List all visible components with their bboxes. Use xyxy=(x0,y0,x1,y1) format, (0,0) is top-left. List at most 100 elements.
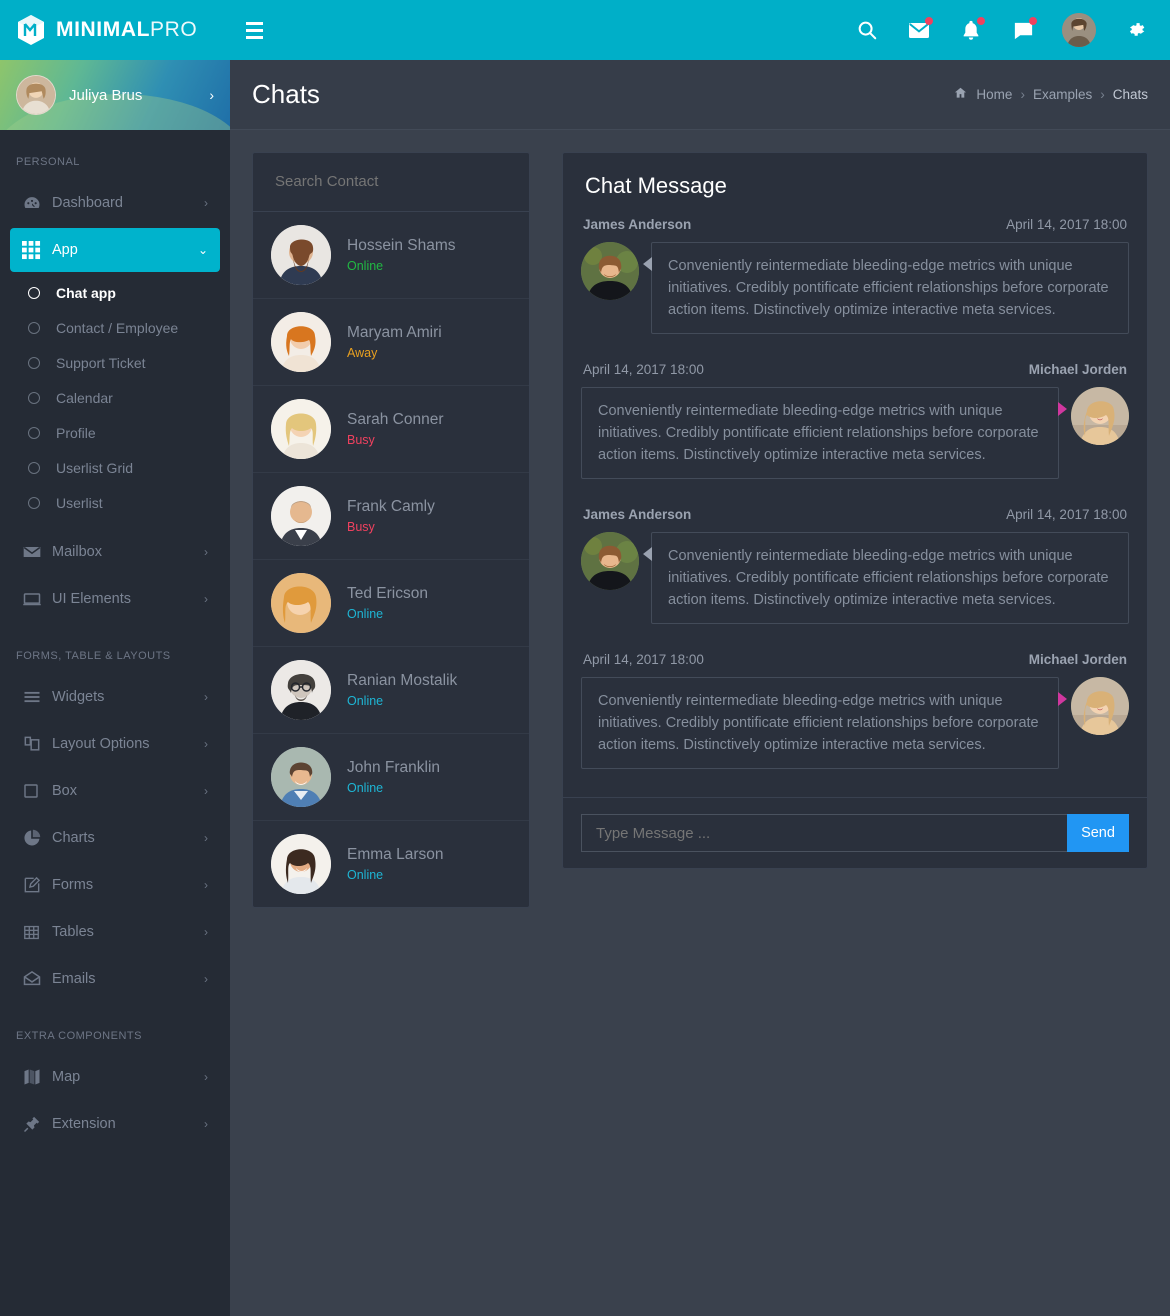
list-item[interactable]: John Franklin Online xyxy=(253,734,529,821)
message-timestamp: April 14, 2017 18:00 xyxy=(1006,217,1127,232)
mail-icon[interactable] xyxy=(906,17,933,43)
sidebar-item-forms[interactable]: Forms › xyxy=(10,863,220,907)
sidebar-item-widgets[interactable]: Widgets › xyxy=(10,675,220,719)
sidebar-item-label: Box xyxy=(52,783,77,799)
message-bubble: Conveniently reintermediate bleeding-edg… xyxy=(581,387,1067,480)
chevron-right-icon: › xyxy=(204,196,208,210)
chevron-right-icon: › xyxy=(204,784,208,798)
sidebar-item-box[interactable]: Box › xyxy=(10,769,220,813)
breadcrumb-home[interactable]: Home xyxy=(976,87,1012,102)
list-item[interactable]: Sarah Conner Busy xyxy=(253,386,529,473)
message-author: Michael Jorden xyxy=(1028,652,1127,668)
chat-message: April 14, 2017 18:00 Michael Jorden Conv… xyxy=(581,362,1129,501)
message-author: Michael Jorden xyxy=(1028,362,1127,378)
list-item[interactable]: Ted Ericson Online xyxy=(253,560,529,647)
message-avatar xyxy=(581,242,639,300)
profile-name: Juliya Brus xyxy=(69,86,143,104)
sidebar-item-tables[interactable]: Tables › xyxy=(10,910,220,954)
sidebar-item-label: App xyxy=(52,242,78,258)
sidebar-item-ui-elements[interactable]: UI Elements › xyxy=(10,577,220,621)
sidebar-item-charts[interactable]: Charts › xyxy=(10,816,220,860)
list-icon xyxy=(22,687,52,707)
sidebar-subitem-calendar[interactable]: Calendar xyxy=(0,380,230,415)
message-meta: James Anderson April 14, 2017 18:00 xyxy=(581,507,1129,532)
chevron-right-icon: › xyxy=(204,831,208,845)
list-item[interactable]: Hossein Shams Online xyxy=(253,212,529,299)
sidebar-subitem-label: Profile xyxy=(56,424,96,441)
contact-avatar xyxy=(271,573,331,633)
pie-chart-icon xyxy=(22,828,52,848)
sidebar-subitem-userlist[interactable]: Userlist xyxy=(0,485,230,520)
chevron-right-icon: › xyxy=(204,1117,208,1131)
message-bubble: Conveniently reintermediate bleeding-edg… xyxy=(581,677,1067,770)
sidebar-subitem-chat-app[interactable]: Chat app xyxy=(0,275,230,310)
message-avatar xyxy=(1071,387,1129,446)
sidebar-item-app[interactable]: App ⌄ xyxy=(10,228,220,272)
message-author: James Anderson xyxy=(583,507,692,523)
list-item[interactable]: Emma Larson Online xyxy=(253,821,529,907)
chat-message: James Anderson April 14, 2017 18:00 Conv… xyxy=(581,217,1129,356)
bullet-ring-icon xyxy=(28,426,40,439)
bullet-ring-icon xyxy=(28,286,40,299)
sidebar-subitem-userlist-grid[interactable]: Userlist Grid xyxy=(0,450,230,485)
list-item[interactable]: Maryam Amiri Away xyxy=(253,299,529,386)
sidebar-section-extra-components: EXTRA COMPONENTS xyxy=(16,1030,142,1042)
brand-text: MINIMALPRO xyxy=(56,18,197,42)
contact-avatar xyxy=(271,660,331,720)
bullet-ring-icon xyxy=(28,321,40,334)
bell-icon[interactable] xyxy=(958,17,985,43)
sidebar-item-layout-options[interactable]: Layout Options › xyxy=(10,722,220,766)
chat-message: James Anderson April 14, 2017 18:00 Conv… xyxy=(581,507,1129,646)
breadcrumb-separator: › xyxy=(1020,87,1025,102)
sidebar-item-label: Map xyxy=(52,1069,81,1085)
contact-meta: Ted Ericson Online xyxy=(347,585,428,621)
sidebar-item-label: Mailbox xyxy=(52,544,102,560)
sidebar-item-dashboard[interactable]: Dashboard › xyxy=(10,181,220,225)
message-bubble: Conveniently reintermediate bleeding-edg… xyxy=(643,532,1129,625)
send-button[interactable]: Send xyxy=(1067,814,1129,853)
list-item[interactable]: Ranian Mostalik Online xyxy=(253,647,529,734)
chat-icon[interactable] xyxy=(1010,17,1037,43)
contact-name: Sarah Conner xyxy=(347,411,444,428)
table-icon xyxy=(22,923,52,942)
chat-badge xyxy=(1029,17,1037,25)
sidebar-item-extension[interactable]: Extension › xyxy=(10,1102,220,1146)
chevron-right-icon: › xyxy=(204,1070,208,1084)
sidebar-item-label: Tables xyxy=(52,924,94,940)
chevron-right-icon: › xyxy=(204,545,208,559)
sidebar-item-mailbox[interactable]: Mailbox › xyxy=(10,530,220,574)
search-input[interactable] xyxy=(275,173,507,190)
search-icon[interactable] xyxy=(854,17,880,43)
contact-meta: John Franklin Online xyxy=(347,759,440,795)
avatar[interactable] xyxy=(1062,13,1096,47)
brand-logo-area[interactable]: MINIMALPRO xyxy=(0,0,230,60)
contact-meta: Hossein Shams Online xyxy=(347,237,456,273)
sidebar-item-map[interactable]: Map › xyxy=(10,1055,220,1099)
contact-meta: Emma Larson Online xyxy=(347,846,443,882)
message-input[interactable] xyxy=(581,814,1067,853)
sidebar-item-label: Layout Options xyxy=(52,736,150,752)
sidebar-subitem-profile[interactable]: Profile xyxy=(0,415,230,450)
chevron-right-icon: › xyxy=(204,592,208,606)
status-badge: Online xyxy=(347,259,384,273)
sidebar-item-label: Forms xyxy=(52,877,94,893)
message-row: Conveniently reintermediate bleeding-edg… xyxy=(581,387,1129,501)
sidebar-item-label: Widgets xyxy=(52,689,105,705)
window-icon xyxy=(22,589,52,609)
sidebar-profile[interactable]: Juliya Brus › xyxy=(0,60,230,130)
chat-panel-title: Chat Message xyxy=(585,173,727,198)
hamburger-icon[interactable] xyxy=(246,0,272,60)
contact-avatar xyxy=(271,399,331,459)
contact-name: Emma Larson xyxy=(347,846,444,863)
sidebar-item-emails[interactable]: Emails › xyxy=(10,957,220,1001)
layers-icon xyxy=(22,734,52,754)
sidebar-subitem-contact-employee[interactable]: Contact / Employee xyxy=(0,310,230,345)
sidebar-subitem-support-ticket[interactable]: Support Ticket xyxy=(0,345,230,380)
breadcrumb-examples[interactable]: Examples xyxy=(1033,87,1092,102)
contact-avatar xyxy=(271,486,331,546)
list-item[interactable]: Frank Camly Busy xyxy=(253,473,529,560)
message-meta: April 14, 2017 18:00 Michael Jorden xyxy=(581,652,1129,677)
contact-name: Frank Camly xyxy=(347,498,435,515)
sidebar-subitem-label: Userlist Grid xyxy=(56,459,134,476)
gear-icon[interactable] xyxy=(1122,17,1148,43)
